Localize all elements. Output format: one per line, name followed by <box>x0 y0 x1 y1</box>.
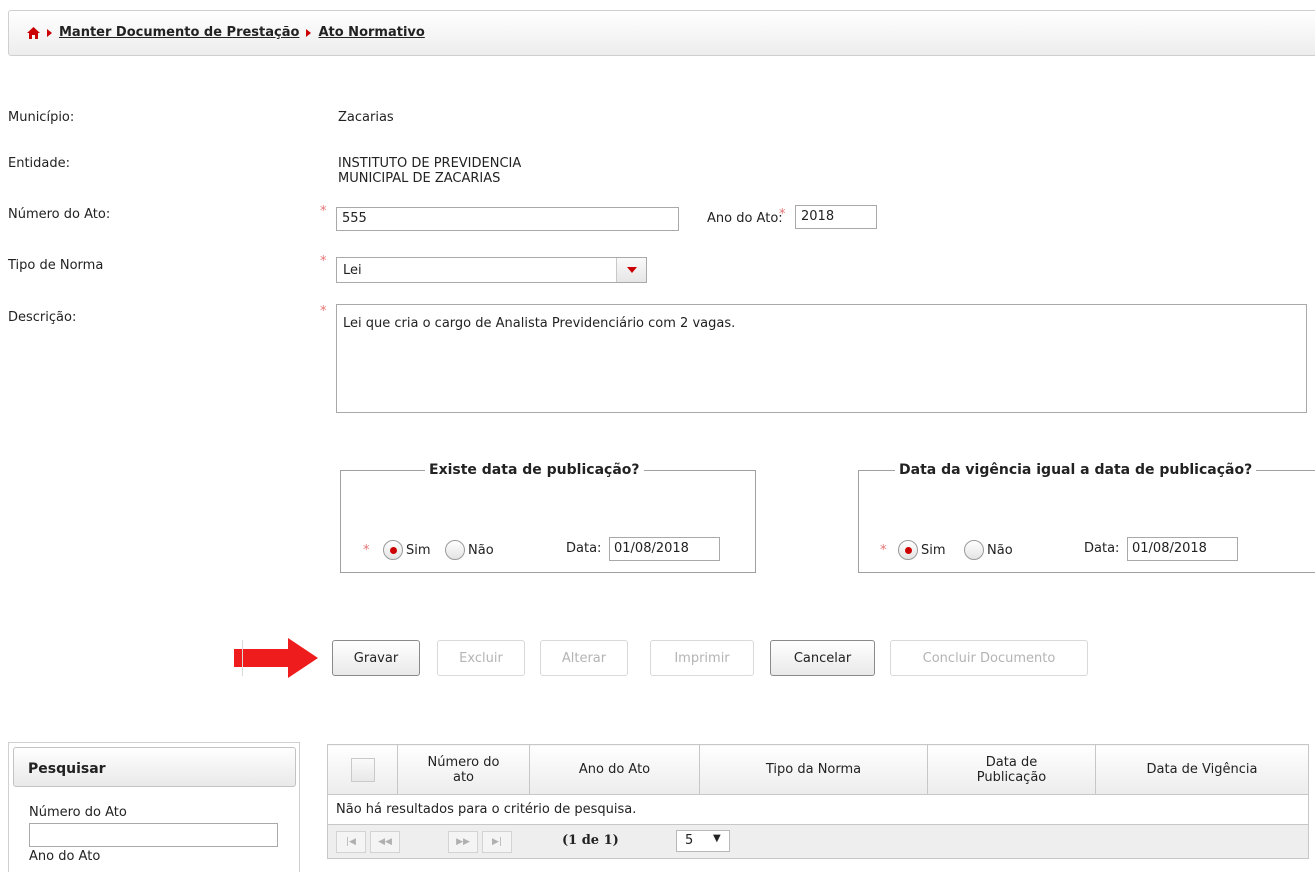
column-header-numero[interactable]: Número do ato <box>397 744 530 795</box>
results-table: Número do ato Ano do Ato Tipo da Norma Da… <box>327 744 1309 859</box>
first-page-icon[interactable]: |◀ <box>336 831 366 853</box>
required-marker: * <box>779 207 786 222</box>
required-marker: * <box>363 543 370 558</box>
vigencia-data-label: Data: <box>1084 541 1120 556</box>
page-info: (1 de 1) <box>562 833 619 848</box>
next-page-icon[interactable]: ▶▶ <box>448 831 478 853</box>
vigencia-sim-radio[interactable] <box>898 540 918 560</box>
column-header-ano[interactable]: Ano do Ato <box>529 744 700 795</box>
entidade-value: INSTITUTO DE PREVIDENCIA MUNICIPAL DE ZA… <box>338 156 521 186</box>
search-ano-label: Ano do Ato <box>29 849 101 864</box>
table-row: Não há resultados para o critério de pes… <box>327 794 1309 825</box>
pager-row: |◀ ◀◀ ▶▶ ▶| (1 de 1) 5 ▼ <box>327 824 1309 859</box>
required-marker: * <box>880 543 887 558</box>
imprimir-button[interactable]: Imprimir <box>650 640 754 676</box>
rows-per-page-value: 5 <box>685 833 694 848</box>
search-panel: Pesquisar Número do Ato Ano do Ato <box>8 742 300 872</box>
vigencia-nao-radio[interactable] <box>964 540 984 560</box>
column-header-text: Número do <box>427 754 500 770</box>
search-panel-header[interactable]: Pesquisar <box>13 747 296 787</box>
column-header-publicacao[interactable]: Data de Publicação <box>927 744 1096 795</box>
publicacao-sim-label: Sim <box>406 543 431 558</box>
publicacao-data-input[interactable]: 01/08/2018 <box>609 537 720 561</box>
chevron-right-icon <box>306 28 312 37</box>
gravar-button[interactable]: Gravar <box>332 640 420 676</box>
previous-page-icon[interactable]: ◀◀ <box>370 831 400 853</box>
empty-message: Não há resultados para o critério de pes… <box>327 794 1309 825</box>
tipo-norma-select[interactable]: Lei <box>336 257 647 283</box>
breadcrumb-link-documento[interactable]: Manter Documento de Prestação <box>59 25 299 40</box>
vigencia-legend: Data da vigência igual a data de publica… <box>899 462 1253 478</box>
excluir-button[interactable]: Excluir <box>437 640 525 676</box>
pager: |◀ ◀◀ ▶▶ ▶| (1 de 1) 5 ▼ <box>327 824 1309 859</box>
search-numero-input[interactable] <box>29 823 278 847</box>
breadcrumb-link-ato-normativo[interactable]: Ato Normativo <box>318 25 424 40</box>
column-header-text: Tipo da Norma <box>765 762 862 777</box>
column-header-text: ato <box>452 769 475 785</box>
search-numero-label: Número do Ato <box>29 805 127 820</box>
last-page-icon[interactable]: ▶| <box>482 831 512 853</box>
divider <box>242 640 243 676</box>
rows-per-page-select[interactable]: 5 ▼ <box>676 830 730 852</box>
publicacao-nao-label: Não <box>468 543 494 558</box>
publicacao-sim-radio[interactable] <box>383 540 403 560</box>
alterar-button[interactable]: Alterar <box>540 640 628 676</box>
chevron-right-icon <box>47 28 52 37</box>
publicacao-data-label: Data: <box>566 541 602 556</box>
tipo-norma-label: Tipo de Norma <box>8 258 104 273</box>
column-header-text: Publicação <box>976 769 1047 785</box>
descricao-textarea[interactable]: Lei que cria o cargo de Analista Previde… <box>336 304 1307 413</box>
vigencia-nao-label: Não <box>987 543 1013 558</box>
entidade-value-line1: INSTITUTO DE PREVIDENCIA <box>338 156 522 171</box>
select-all-header[interactable] <box>327 744 398 795</box>
vigencia-data-input[interactable]: 01/08/2018 <box>1127 537 1238 561</box>
municipio-label: Município: <box>8 110 75 125</box>
column-header-vigencia[interactable]: Data de Vigência <box>1095 744 1309 795</box>
required-marker: * <box>320 304 327 319</box>
chevron-down-icon[interactable] <box>616 258 646 282</box>
home-icon[interactable] <box>27 26 40 39</box>
numero-ato-label: Número do Ato: <box>8 207 111 222</box>
publicacao-legend: Existe data de publicação? <box>429 462 640 478</box>
vigencia-sim-label: Sim <box>921 543 946 558</box>
municipio-value: Zacarias <box>338 110 394 125</box>
entidade-value-line2: MUNICIPAL DE ZACARIAS <box>338 171 501 186</box>
breadcrumb: Manter Documento de Prestação Ato Normat… <box>8 10 1315 56</box>
column-header-text: Data de <box>985 754 1038 770</box>
required-marker: * <box>320 254 327 269</box>
entidade-label: Entidade: <box>8 156 71 171</box>
column-header-text: Ano do Ato <box>578 762 651 777</box>
select-all-checkbox[interactable] <box>350 757 375 782</box>
concluir-documento-button[interactable]: Concluir Documento <box>890 640 1088 676</box>
numero-ato-input[interactable]: 555 <box>336 207 679 231</box>
required-marker: * <box>320 204 327 219</box>
chevron-down-icon: ▼ <box>713 833 721 844</box>
column-header-tipo[interactable]: Tipo da Norma <box>699 744 928 795</box>
cancelar-button[interactable]: Cancelar <box>770 640 875 676</box>
tipo-norma-selected-value: Lei <box>343 263 362 278</box>
column-header-text: Data de Vigência <box>1146 762 1258 777</box>
publicacao-nao-radio[interactable] <box>445 540 465 560</box>
table-header-row: Número do ato Ano do Ato Tipo da Norma Da… <box>327 744 1309 795</box>
ano-ato-input[interactable]: 2018 <box>795 205 877 229</box>
ano-ato-label: Ano do Ato: <box>707 211 783 226</box>
descricao-label: Descrição: <box>8 310 77 325</box>
red-arrow-icon <box>234 638 318 678</box>
